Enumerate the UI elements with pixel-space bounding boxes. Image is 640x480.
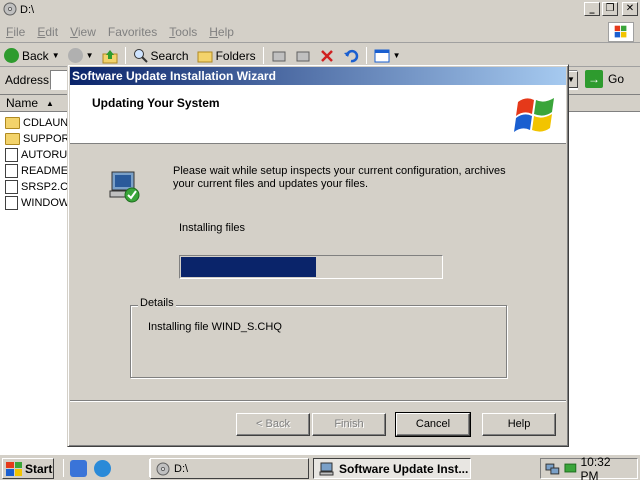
folder-icon (5, 133, 20, 145)
computer-setup-icon (319, 462, 334, 475)
wizard-titlebar[interactable]: Software Update Installation Wizard (70, 67, 566, 85)
forward-arrow-icon (67, 48, 83, 63)
finish-button[interactable]: Finish (312, 413, 386, 436)
start-button[interactable]: Start (2, 458, 54, 479)
cd-drive-icon (156, 462, 170, 475)
toolbar-separator (365, 46, 367, 65)
window-file-icon (5, 196, 18, 210)
list-item[interactable]: CDLAUN (5, 115, 68, 131)
list-item[interactable]: SRSP2.C (5, 179, 68, 195)
menu-favorites[interactable]: Favorites (102, 25, 163, 39)
address-label: Address (5, 73, 50, 87)
views-button[interactable]: ▼ (370, 48, 405, 64)
minimize-button[interactable]: _ (584, 2, 600, 16)
wizard-header-title: Updating Your System (92, 96, 220, 110)
progress-fill (181, 257, 316, 277)
up-folder-icon (102, 49, 118, 63)
delete-button[interactable] (315, 48, 339, 64)
move-to-button[interactable] (267, 48, 291, 64)
menu-view[interactable]: View (64, 25, 102, 39)
menu-help[interactable]: Help (203, 25, 240, 39)
windows-xp-logo-icon (514, 98, 554, 132)
undo-icon (343, 49, 358, 62)
internet-explorer-icon[interactable] (94, 460, 111, 477)
folders-button[interactable]: Folders (193, 49, 260, 63)
folder-icon (5, 117, 20, 129)
window-controls: _ ❐ ✕ (584, 2, 638, 16)
cd-drive-icon (3, 2, 17, 16)
install-progress-bar (179, 255, 443, 279)
back-button[interactable]: < Back (236, 413, 310, 436)
list-item[interactable]: WINDOW (5, 195, 69, 211)
list-item[interactable]: AUTORU (5, 147, 67, 163)
wizard-header: Updating Your System (70, 85, 566, 144)
list-item[interactable]: README (5, 163, 68, 179)
taskbar-separator (63, 459, 64, 477)
help-button[interactable]: Help (482, 413, 556, 436)
details-group (130, 305, 507, 378)
button-separator (70, 400, 566, 402)
show-desktop-icon[interactable] (70, 460, 87, 477)
search-button[interactable]: Search (129, 48, 193, 63)
install-status: Installing files (179, 222, 246, 234)
computer-setup-icon (109, 171, 140, 203)
copy-to-button[interactable] (291, 48, 315, 64)
move-to-icon (272, 51, 286, 61)
copy-to-icon (296, 51, 310, 61)
close-button[interactable]: ✕ (622, 2, 638, 16)
undo-button[interactable] (339, 48, 363, 64)
windows-flag-icon (6, 461, 22, 476)
explorer-title: D:\ (20, 3, 35, 16)
update-shield-icon[interactable] (563, 462, 578, 476)
details-label: Details (138, 297, 176, 309)
menu-tools[interactable]: Tools (163, 25, 203, 39)
toolbar-separator (124, 46, 126, 65)
go-button[interactable]: → Go (585, 70, 624, 88)
explorer-titlebar[interactable]: D:\ _ ❐ ✕ (0, 0, 640, 19)
system-tray: 10:32 PM (540, 455, 638, 480)
taskbar-item-explorer[interactable]: D:\ (150, 458, 309, 479)
taskbar: Start D:\ Software Update Inst... 10:32 … (0, 454, 640, 480)
menu-edit[interactable]: Edit (31, 25, 64, 39)
update-wizard-dialog: Software Update Installation Wizard Upda… (67, 64, 569, 447)
list-item[interactable]: SUPPORT (5, 131, 76, 147)
menu-file[interactable]: File (0, 25, 31, 39)
cancel-button[interactable]: Cancel (395, 412, 471, 437)
network-icon[interactable] (545, 462, 560, 476)
windows-logo-icon (608, 22, 634, 42)
toolbar-separator (262, 46, 264, 65)
details-text: Installing file WIND_S.CHQ (148, 321, 282, 333)
wizard-message: Please wait while setup inspects your cu… (173, 165, 506, 190)
document-icon (5, 164, 18, 178)
forward-button[interactable]: ▼ (64, 48, 98, 63)
chevron-down-icon: ▼ (85, 51, 94, 60)
menu-bar: File Edit View Favorites Tools Help (0, 21, 640, 43)
setup-file-icon (5, 148, 18, 162)
back-arrow-icon (4, 48, 19, 63)
go-arrow-icon: → (585, 70, 603, 88)
up-folder-button[interactable] (98, 48, 122, 64)
chevron-down-icon: ▼ (392, 51, 401, 60)
chevron-down-icon: ▼ (51, 51, 60, 60)
back-button[interactable]: Back ▼ (0, 48, 64, 63)
folders-icon (197, 51, 213, 62)
taskbar-item-update-wizard[interactable]: Software Update Inst... (313, 458, 471, 479)
views-icon (374, 49, 390, 62)
delete-icon (320, 49, 333, 62)
search-icon (133, 49, 148, 63)
sort-ascending-icon: ▲ (46, 98, 54, 108)
executable-icon (5, 180, 18, 194)
restore-button[interactable]: ❐ (602, 2, 618, 16)
tray-clock[interactable]: 10:32 PM (581, 455, 632, 480)
